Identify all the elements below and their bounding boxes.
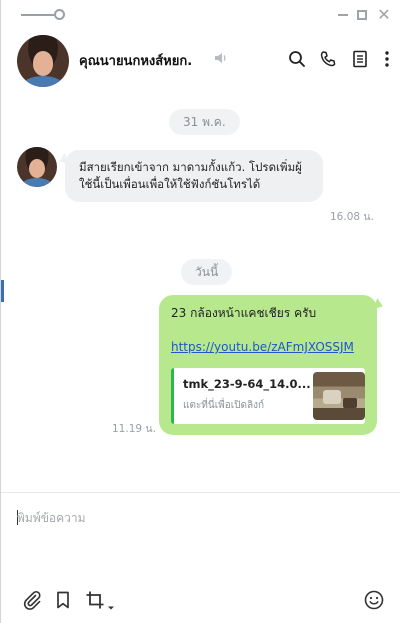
crop-icon[interactable] [84, 589, 106, 611]
title-bar: ✕ [1, 0, 400, 30]
more-icon[interactable] [377, 49, 397, 69]
incoming-bubble[interactable]: มีสายเรียกเข้าจาก มาดามกั้งแก้ว. โปรดเพิ… [65, 150, 323, 202]
contact-name[interactable]: คุณนายนกหงส์หยก. [79, 50, 192, 71]
minimize-icon[interactable] [334, 6, 352, 24]
phone-icon[interactable] [318, 49, 338, 69]
message-time: 16.08 น. [330, 211, 374, 223]
contact-avatar[interactable] [17, 35, 69, 87]
message-link[interactable]: https://youtu.be/zAFmJXOSSJM [171, 338, 365, 356]
preview-subtitle: แตะที่นี่เพื่อเปิดลิงก์ [183, 400, 265, 411]
close-icon[interactable]: ✕ [375, 6, 393, 24]
search-icon[interactable] [287, 49, 307, 69]
note-icon[interactable] [350, 49, 370, 69]
crop-options-chevron-icon[interactable] [107, 597, 115, 610]
emoji-icon[interactable] [363, 589, 385, 611]
outgoing-text: 23 กล้องหน้าแคชเชียร ครับ [171, 306, 317, 320]
chat-window: ✕ คุณนายนกหงส์หยก. 31 พ.ค. มีสายเรียกเข้… [0, 0, 400, 623]
link-preview-card[interactable]: tmk_23-9-64_14.0... แตะที่นี่เพื่อเปิดลิ… [171, 368, 365, 424]
date-separator: 31 พ.ค. [169, 109, 240, 135]
preview-title: tmk_23-9-64_14.0... [183, 377, 311, 391]
outgoing-bubble[interactable]: 23 กล้องหน้าแคชเชียร ครับ https://youtu.… [159, 295, 377, 435]
message-time: 11.19 น. [112, 423, 156, 435]
message-input[interactable] [17, 507, 387, 529]
message-list[interactable]: 31 พ.ค. มีสายเรียกเข้าจาก มาดามกั้งแก้ว.… [1, 92, 400, 492]
attach-icon[interactable] [21, 589, 43, 611]
chat-header: คุณนายนกหงส์หยก. [1, 30, 400, 92]
opacity-slider-knob[interactable] [54, 9, 65, 20]
composer [1, 492, 400, 623]
date-separator: วันนี้ [181, 259, 233, 285]
sender-avatar[interactable] [17, 147, 57, 187]
speaker-icon[interactable] [213, 50, 229, 66]
bookmark-icon[interactable] [52, 589, 74, 611]
maximize-icon[interactable] [353, 6, 371, 24]
preview-thumbnail [313, 372, 365, 420]
